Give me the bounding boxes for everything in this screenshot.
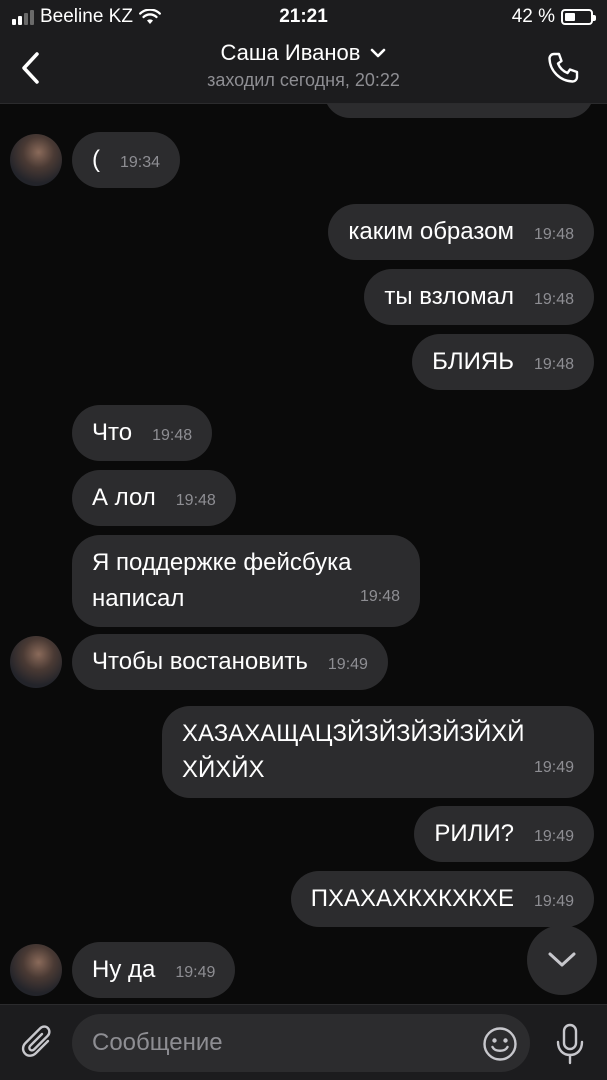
attach-button[interactable] [18, 1023, 58, 1063]
message-text: ПХАХАХКХКХКХЕ [310, 885, 514, 912]
message-text: Чтобы востановить [92, 648, 308, 675]
emoji-icon [483, 1027, 517, 1061]
message-bubble-out[interactable]: РИЛИ? 19:49 [414, 806, 594, 862]
message-time: 19:48 [152, 427, 193, 444]
message-bubble-partial [324, 104, 594, 118]
message-time: 19:48 [533, 356, 574, 373]
contact-title[interactable]: Саша Иванов [221, 40, 387, 66]
avatar[interactable] [10, 944, 62, 996]
chevron-down-icon [371, 48, 386, 58]
message-bubble-out[interactable]: ПХАХАХКХКХКХЕ 19:49 [290, 871, 594, 927]
message-text-line: Я поддержке фейсбука [92, 549, 352, 576]
message-time: 19:49 [533, 893, 574, 910]
message-time: 19:48 [533, 226, 574, 243]
message-time: 19:48 [175, 492, 216, 509]
message-text: каким образом [348, 218, 514, 245]
scroll-down-button[interactable] [527, 925, 597, 995]
message-input[interactable] [72, 1014, 530, 1072]
chat-header: Саша Иванов заходил сегодня, 20:22 [0, 34, 607, 104]
message-text: Ну да [92, 956, 156, 983]
battery-percent: 42 % [511, 6, 555, 27]
message-text: БЛИЯЬ [432, 348, 514, 375]
message-text: РИЛИ? [434, 820, 514, 847]
message-text: ты взломал [384, 283, 514, 310]
message-time: 19:49 [533, 759, 574, 776]
status-right: 42 % [511, 6, 596, 28]
message-input-bar [0, 1004, 607, 1080]
emoji-button[interactable] [480, 1024, 520, 1064]
chevron-down-icon [548, 952, 576, 967]
last-seen-status: заходил сегодня, 20:22 [207, 70, 400, 90]
message-text-line: написал [92, 585, 185, 612]
avatar[interactable] [10, 636, 62, 688]
message-bubble-out[interactable]: ХАЗАХАЩАЦЗЙЗЙЗЙЗЙЗЙХЙ ХЙХЙХ 19:49 [162, 706, 594, 798]
status-bar: Beeline KZ 21:21 42 % [0, 0, 607, 34]
message-text: ( [92, 146, 100, 173]
message-time: 19:49 [533, 828, 574, 845]
message-bubble-in[interactable]: Что 19:48 [72, 405, 213, 461]
header-title-block[interactable]: Саша Иванов заходил сегодня, 20:22 [0, 40, 607, 91]
message-bubble-out[interactable]: БЛИЯЬ 19:48 [412, 334, 594, 390]
battery-icon [561, 9, 596, 25]
message-time: 19:48 [359, 588, 400, 605]
message-text-line: ХАЗАХАЩАЦЗЙЗЙЗЙЗЙЗЙХЙ [182, 720, 525, 747]
message-time: 19:34 [120, 154, 161, 171]
message-bubble-in[interactable]: Чтобы востановить 19:49 [72, 634, 388, 690]
message-time: 19:49 [327, 656, 368, 673]
call-button[interactable] [541, 46, 585, 90]
microphone-icon [556, 1023, 584, 1065]
contact-name: Саша Иванов [220, 40, 361, 65]
message-bubble-in[interactable]: (19:34 [72, 132, 181, 188]
message-bubble-in[interactable]: Ну да 19:49 [72, 942, 236, 998]
paperclip-icon [21, 1025, 51, 1057]
message-text: А лол [92, 484, 156, 511]
message-bubble-out[interactable]: ты взломал 19:48 [364, 269, 594, 325]
message-bubble-in[interactable]: А лол 19:48 [72, 470, 236, 526]
microphone-button[interactable] [548, 1020, 592, 1068]
message-bubble-in[interactable]: Я поддержке фейсбука написал 19:48 [72, 535, 420, 627]
message-list[interactable]: (19:34 каким образом 19:48 ты взломал 19:4… [0, 104, 607, 1004]
message-bubble-out[interactable]: каким образом 19:48 [328, 204, 594, 260]
avatar[interactable] [10, 134, 62, 186]
message-time: 19:48 [533, 291, 574, 308]
phone-icon [548, 52, 579, 83]
message-time: 19:49 [175, 964, 216, 981]
message-text: Что [92, 419, 133, 446]
message-text-line: ХЙХЙХ [182, 756, 265, 783]
